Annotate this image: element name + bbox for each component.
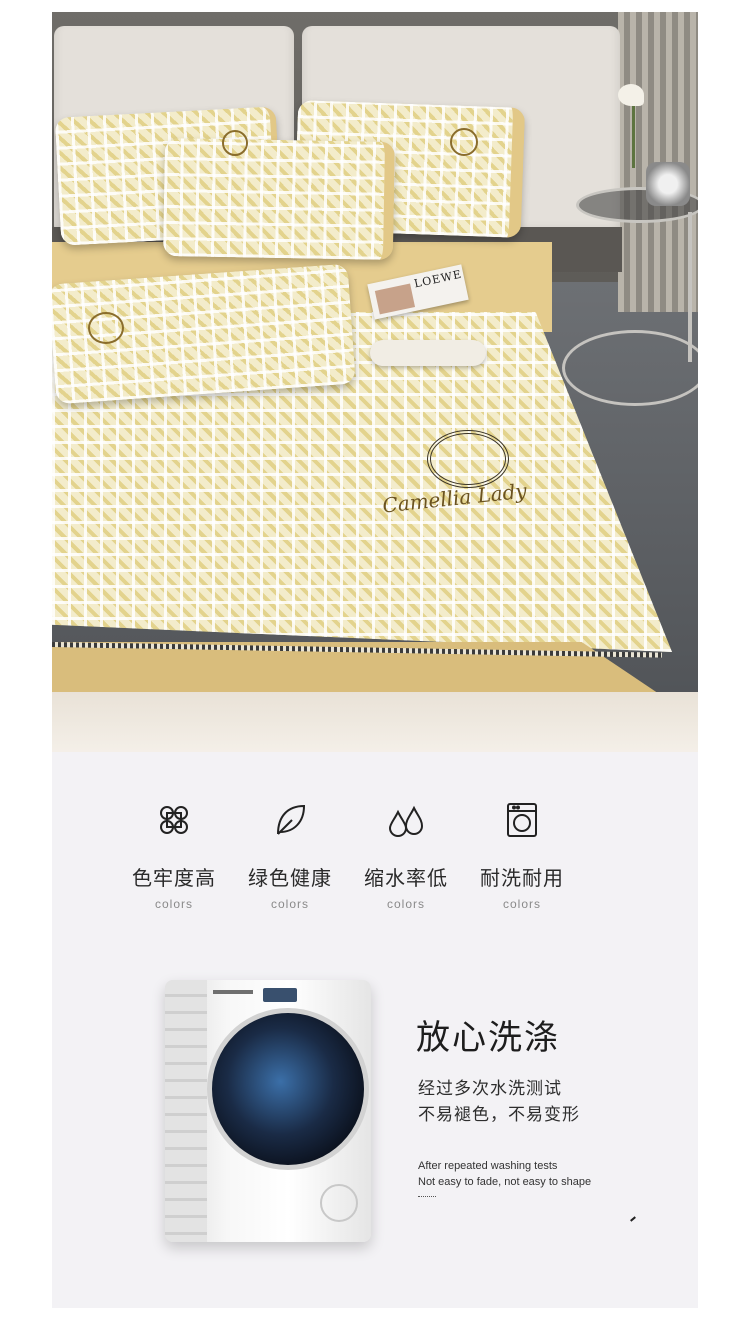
feature-title: 色牢度高 (132, 866, 216, 890)
feature-subtitle: colors (270, 897, 309, 911)
leaf-icon (277, 804, 306, 835)
wash-english-line: Not easy to fade, not easy to shape (418, 1176, 592, 1188)
pillow-front (162, 138, 396, 260)
water-drops-icon (388, 805, 424, 837)
feature-subtitle: colors (154, 897, 193, 911)
feature-subtitle: colors (386, 897, 425, 911)
feature-title: 耐洗耐用 (480, 866, 564, 890)
washing-machine-icon (507, 803, 537, 837)
feature-item: 绿色健康 colors (232, 800, 348, 911)
pillow-emblem (222, 130, 248, 156)
side-table-base (562, 330, 698, 406)
washer-knob (320, 1184, 358, 1222)
washer-door (207, 1008, 369, 1170)
wash-english-line: After repeated washing tests (418, 1160, 558, 1172)
washer-side-panel (165, 980, 207, 1242)
feature-subtitle: colors (502, 897, 541, 911)
feature-list: 色牢度高 colors 绿色健康 colors 缩水率低 colors 耐洗耐用… (52, 800, 698, 920)
pillow-emblem (88, 312, 124, 344)
fur-rug (52, 692, 698, 752)
feature-title: 缩水率低 (364, 866, 448, 890)
decor-tray (370, 340, 486, 366)
magazine-cover-image (374, 283, 416, 315)
feature-item: 耐洗耐用 colors (464, 800, 580, 911)
feature-item: 缩水率低 colors (348, 800, 464, 911)
flower-stem (632, 102, 635, 168)
quilt-embroidered-emblem (427, 430, 509, 488)
feature-title: 绿色健康 (248, 866, 332, 890)
washer-brand-plate (213, 990, 253, 994)
washing-machine-image (165, 980, 371, 1242)
washer-display (263, 988, 297, 1002)
decor-vase (646, 162, 690, 206)
bedding-product-photo: LOEWE Camellia Lady (52, 12, 698, 752)
pillow-emblem (450, 128, 478, 156)
divider (418, 1196, 436, 1197)
wash-description-line: 不易褪色，不易变形 (418, 1105, 580, 1124)
feature-item: 色牢度高 colors (116, 800, 232, 911)
clover-icon (160, 806, 188, 834)
wash-title: 放心洗涤 (416, 1018, 560, 1058)
calla-lily-flower (618, 84, 644, 106)
wash-description-line: 经过多次水洗测试 (418, 1079, 562, 1098)
side-table-leg (688, 212, 692, 362)
